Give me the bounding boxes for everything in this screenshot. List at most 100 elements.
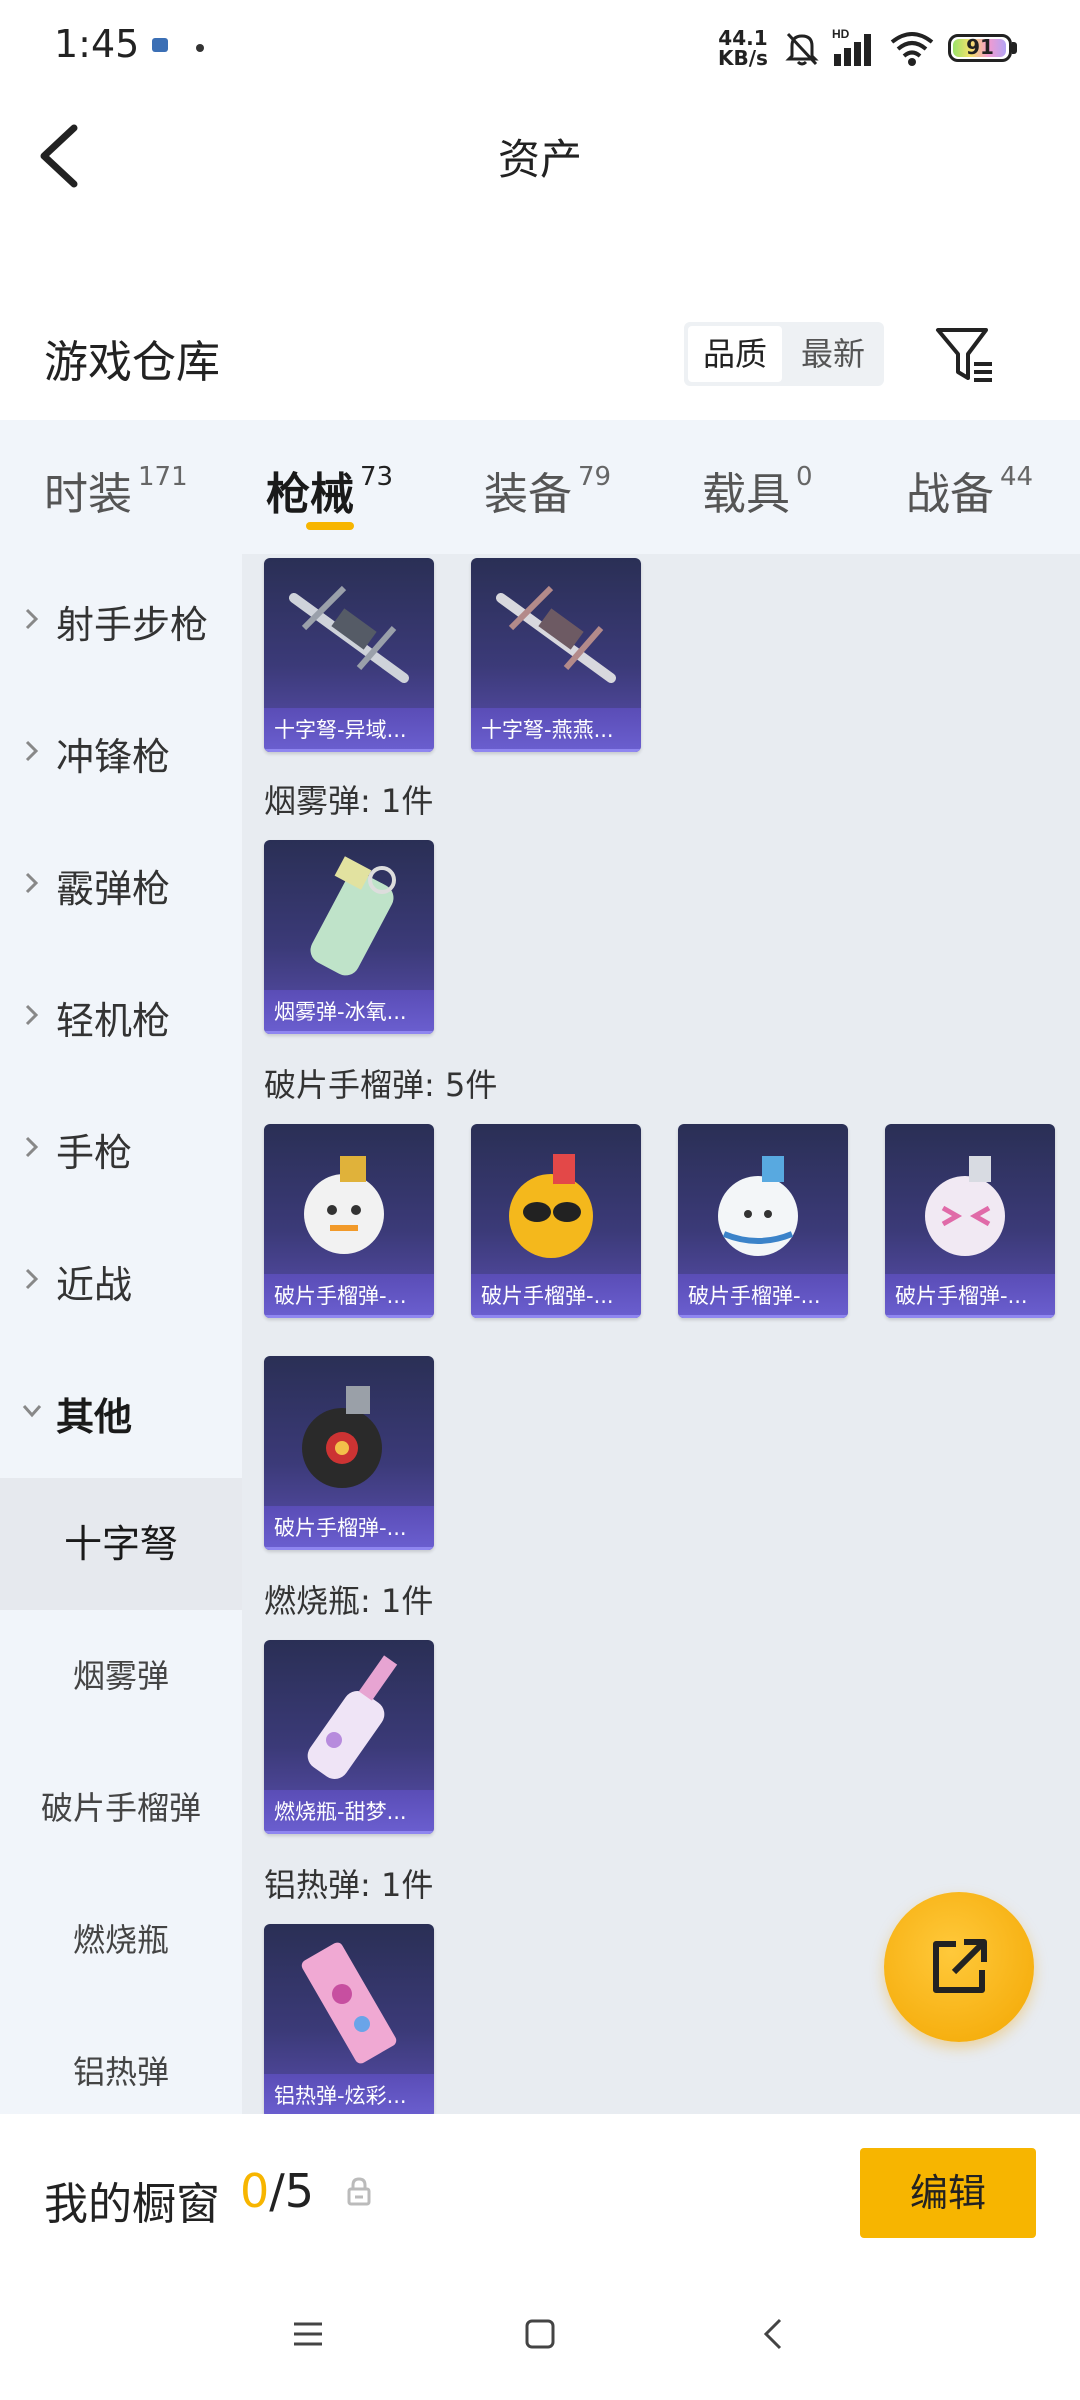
showcase-separator: / — [269, 2164, 285, 2218]
wifi-icon — [890, 32, 934, 66]
share-button[interactable] — [884, 1892, 1034, 2042]
grenade-icon — [718, 1156, 798, 1256]
sidebar-sub-crossbow[interactable]: 十字弩 — [0, 1478, 242, 1610]
sidebar-item-label: 霰弹枪 — [56, 867, 171, 911]
item-name: 十字弩-燕燕... — [471, 708, 641, 752]
item-card-crossbow[interactable]: 十字弩-异域... — [264, 558, 434, 752]
sidebar-sub-molotov[interactable]: 燃烧瓶 — [0, 1874, 242, 2006]
sidebar-item-other[interactable]: 其他 — [0, 1346, 242, 1478]
tab-label: 战备 — [906, 469, 994, 520]
notification-app-icon — [152, 38, 168, 52]
tab-count: 73 — [360, 462, 394, 492]
category-tabs: 时装 171 枪械 73 装备 79 载具 0 战备 44 — [0, 420, 1080, 554]
item-name: 燃烧瓶-甜梦... — [264, 1790, 434, 1834]
sidebar-item-melee[interactable]: 近战 — [0, 1214, 242, 1346]
showcase-current: 0 — [240, 2164, 270, 2218]
tab-vehicles[interactable]: 载具 0 — [702, 458, 813, 522]
item-card-frag-grenade[interactable]: 破片手榴弹-... — [885, 1124, 1055, 1318]
menu-icon[interactable] — [288, 2314, 328, 2354]
sidebar-item-smg[interactable]: 冲锋枪 — [0, 686, 242, 818]
network-speed-value: 44.1 — [718, 26, 768, 50]
sidebar-item-label: 射手步枪 — [56, 603, 209, 647]
smoke-grenade-icon — [310, 856, 396, 976]
page-title: 资产 — [497, 135, 582, 184]
sidebar: 射手步枪 冲锋枪 霰弹枪 轻机枪 手枪 近战 其他 十字弩 烟雾弹 破片手榴弹 … — [0, 554, 242, 2114]
item-name: 破片手榴弹-... — [885, 1274, 1055, 1318]
group-title-thermite: 铝热弹: 1件 — [264, 1866, 434, 1904]
tab-equipment[interactable]: 装备 79 — [484, 458, 611, 522]
grenade-icon — [304, 1156, 384, 1254]
sidebar-sub-thermite[interactable]: 铝热弹 — [0, 2006, 242, 2114]
sidebar-item-marksman-rifle[interactable]: 射手步枪 — [0, 554, 242, 686]
battery-level: 91 — [966, 35, 994, 59]
system-nav-bar — [0, 2274, 1080, 2400]
warehouse-title: 游戏仓库 — [44, 337, 220, 388]
chevron-right-icon — [25, 608, 39, 630]
grenade-icon — [509, 1154, 593, 1258]
item-card-frag-grenade[interactable]: 破片手榴弹-... — [678, 1124, 848, 1318]
showcase-label: 我的橱窗 — [44, 2179, 220, 2230]
item-card-frag-grenade[interactable]: 破片手榴弹-... — [471, 1124, 641, 1318]
item-card-smoke-grenade[interactable]: 烟雾弹-冰氧... — [264, 840, 434, 1034]
sidebar-sub-smoke-grenade[interactable]: 烟雾弹 — [0, 1610, 242, 1742]
item-name: 烟雾弹-冰氧... — [264, 990, 434, 1034]
tab-count: 171 — [138, 462, 188, 492]
chevron-right-icon — [25, 1268, 39, 1290]
sidebar-item-label: 冲锋枪 — [56, 735, 171, 779]
sidebar-item-pistol[interactable]: 手枪 — [0, 1082, 242, 1214]
showcase-count: 0/5 — [240, 2164, 314, 2218]
item-name: 破片手榴弹-... — [264, 1274, 434, 1318]
chevron-right-icon — [25, 740, 39, 762]
sidebar-item-label: 其他 — [56, 1395, 133, 1439]
chevron-down-icon — [22, 1405, 42, 1418]
back-icon[interactable] — [754, 2314, 794, 2354]
tab-label: 时装 — [44, 469, 132, 520]
grenade-icon — [302, 1386, 382, 1488]
tab-fashion[interactable]: 时装 171 — [44, 458, 188, 522]
showcase-bar: 我的橱窗 0/5 编辑 — [0, 2114, 1080, 2274]
tab-count: 79 — [578, 462, 612, 492]
sidebar-item-label: 近战 — [56, 1263, 133, 1307]
tab-firearms[interactable]: 枪械 73 — [266, 458, 393, 522]
battery-icon: 91 — [948, 34, 1012, 62]
network-speed: 44.1 KB/s — [718, 28, 768, 68]
group-title-molotov: 燃烧瓶: 1件 — [264, 1582, 434, 1620]
item-card-crossbow[interactable]: 十字弩-燕燕... — [471, 558, 641, 752]
item-card-thermite[interactable]: 铝热弹-炫彩... — [264, 1924, 434, 2114]
status-bar: 1:45 44.1 KB/s HD 91 — [0, 0, 1080, 96]
mute-bell-icon — [785, 32, 819, 66]
home-icon[interactable] — [520, 2314, 560, 2354]
item-card-frag-grenade[interactable]: 破片手榴弹-... — [264, 1356, 434, 1550]
sort-quality-option[interactable]: 品质 — [688, 326, 782, 382]
sort-toggle: 品质 最新 — [684, 322, 884, 386]
tab-tactical[interactable]: 战备 44 — [906, 458, 1033, 522]
sidebar-item-lmg[interactable]: 轻机枪 — [0, 950, 242, 1082]
sidebar-item-shotgun[interactable]: 霰弹枪 — [0, 818, 242, 950]
item-name: 铝热弹-炫彩... — [264, 2074, 434, 2114]
showcase-total: 5 — [284, 2164, 315, 2218]
share-icon — [933, 1939, 987, 1993]
sidebar-item-label: 轻机枪 — [56, 999, 171, 1043]
item-card-molotov[interactable]: 燃烧瓶-甜梦... — [264, 1640, 434, 1834]
item-card-frag-grenade[interactable]: 破片手榴弹-... — [264, 1124, 434, 1318]
network-speed-unit: KB/s — [718, 46, 768, 70]
tab-label: 载具 — [702, 469, 790, 520]
chevron-right-icon — [25, 1004, 39, 1026]
active-tab-indicator — [306, 522, 354, 530]
tab-count: 0 — [796, 462, 813, 492]
signal-icon: HD — [832, 27, 871, 66]
sidebar-sub-frag-grenade[interactable]: 破片手榴弹 — [0, 1742, 242, 1874]
item-name: 破片手榴弹-... — [678, 1274, 848, 1318]
edit-button[interactable]: 编辑 — [860, 2148, 1036, 2238]
chevron-right-icon — [25, 1136, 39, 1158]
chevron-right-icon — [25, 872, 39, 894]
crossbow-icon — [496, 585, 616, 683]
tab-count: 44 — [1000, 462, 1034, 492]
molotov-icon — [307, 1655, 398, 1779]
group-title-frag: 破片手榴弹: 5件 — [264, 1066, 498, 1104]
sort-newest-option[interactable]: 最新 — [786, 326, 880, 382]
filter-icon[interactable] — [934, 322, 994, 386]
grenade-icon — [925, 1156, 1005, 1256]
item-name: 十字弩-异域... — [264, 708, 434, 752]
network-type-label: HD — [832, 27, 850, 41]
